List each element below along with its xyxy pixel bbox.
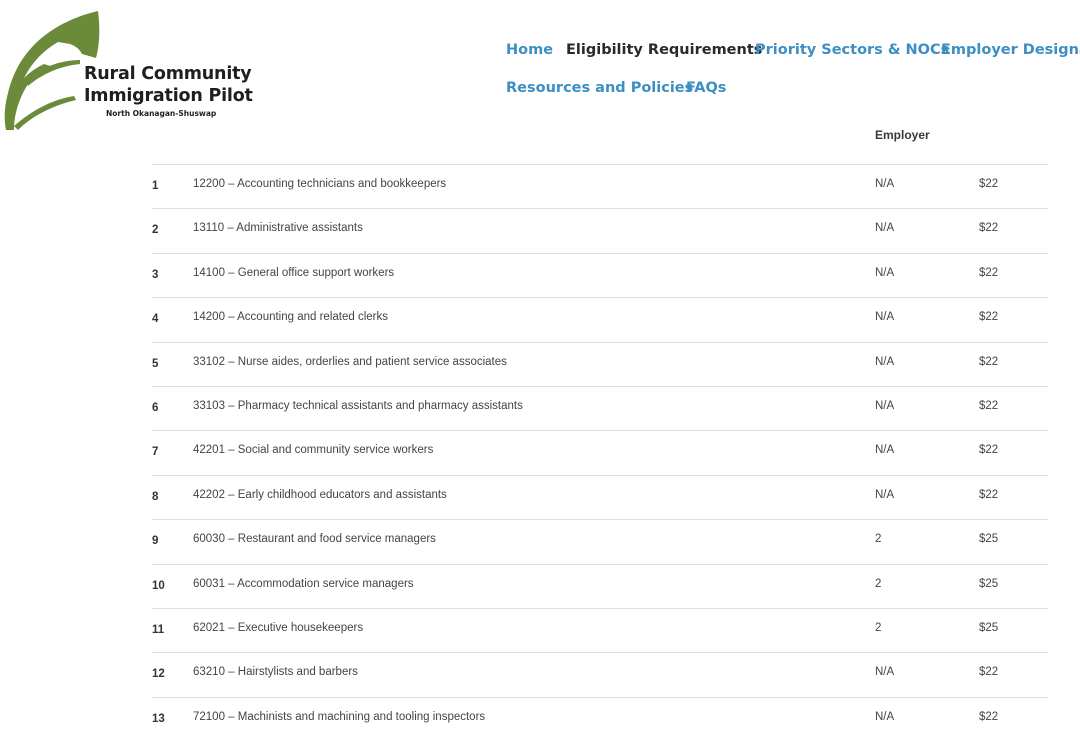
nav-priority-sectors[interactable]: Priority Sectors & NOCs [755,42,949,58]
table-row: 10 60031 – Accommodation service managers… [152,563,1048,608]
table-row: 6 33103 – Pharmacy technical assistants a… [152,385,1048,430]
wage-cell: $25 [979,533,999,546]
row-number: 3 [152,268,159,281]
row-number: 8 [152,490,159,503]
nav-home[interactable]: Home [506,42,553,58]
occupation-cell: 62021 – Executive housekeepers [193,621,364,634]
employer-cell: 2 [875,577,882,590]
wage-cell: $22 [979,355,999,368]
table-row: 1 12200 – Accounting technicians and book… [152,164,1048,208]
occupation-cell: 60031 – Accommodation service managers [193,577,414,590]
wage-cell: $22 [979,222,999,235]
row-number: 10 [152,579,165,592]
occupation-cell: 60030 – Restaurant and food service mana… [193,533,436,546]
table-row: 4 14200 – Accounting and related clerks N/… [152,297,1048,341]
wage-cell: $22 [979,399,999,412]
wage-cell: $22 [979,178,999,190]
occupation-cell: 14200 – Accounting and related clerks [193,311,388,324]
nav-employer-designation[interactable]: Employer Designati [941,42,1080,58]
main-navigation: Home Eligibility Requirements Priority S… [0,0,1080,110]
table-row: 9 60030 – Restaurant and food service man… [152,519,1048,563]
table-row: 2 13110 – Administrative assistants N/A $22 [152,208,1048,252]
wage-cell: $22 [979,311,999,324]
table-row: 8 42202 – Early childhood educators and a… [152,474,1048,519]
row-number: 11 [152,623,165,636]
table-row: 5 33102 – Nurse aides, orderlies and pati… [152,341,1048,386]
nav-eligibility-requirements[interactable]: Eligibility Requirements [566,42,762,58]
table-row: 13 72100 – Machinists and machining and t… [152,696,1048,741]
wage-cell: $22 [979,710,999,723]
row-number: 5 [152,357,159,370]
wage-cell: $25 [979,577,999,590]
logo-subtitle: North Okanagan-Shuswap [106,109,217,118]
wage-cell: $22 [979,266,999,279]
employer-cell: N/A [875,444,895,457]
nav-resources-policies[interactable]: Resources and Policies [506,80,693,96]
nav-faqs[interactable]: FAQs [686,80,726,96]
occupation-cell: 12200 – Accounting technicians and bookk… [193,178,447,190]
table-row: 3 14100 – General office support workers N… [152,252,1048,297]
employer-cell: N/A [875,488,895,501]
wage-cell: $25 [979,621,999,634]
employer-cell: N/A [875,355,895,368]
occupation-cell: 13110 – Administrative assistants [193,222,363,235]
occupation-cell: 33103 – Pharmacy technical assistants an… [193,399,523,412]
employer-cell: N/A [875,311,895,324]
occupation-cell: 14100 – General office support workers [193,266,395,279]
wage-cell: $22 [979,666,999,679]
row-number: 7 [152,446,159,459]
table-row: 12 63210 – Hairstylists and barbers N/A $22 [152,652,1048,696]
employer-cell: N/A [875,399,895,412]
employer-cell: N/A [875,178,895,190]
table-body: 1 12200 – Accounting technicians and book… [152,164,1048,741]
employer-cell: N/A [875,710,895,723]
wage-cell: $22 [979,488,999,501]
wage-cell: $22 [979,444,999,457]
table-row: 7 42201 – Social and community service wo… [152,430,1048,474]
occupation-cell: 42202 – Early childhood educators and as… [193,488,447,501]
row-number: 13 [152,712,165,725]
employer-cell: N/A [875,666,895,679]
occupation-cell: 72100 – Machinists and machining and too… [193,710,486,723]
column-header-employer: Employer [875,128,930,142]
occupation-cell: 63210 – Hairstylists and barbers [193,666,358,679]
occupation-cell: 33102 – Nurse aides, orderlies and patie… [193,355,507,368]
row-number: 9 [152,535,159,548]
employer-cell: N/A [875,222,895,235]
employer-cell: 2 [875,533,882,546]
table-row: 11 62021 – Executive housekeepers 2 $25 [152,607,1048,652]
row-number: 12 [152,668,165,681]
row-number: 1 [152,180,159,192]
row-number: 4 [152,313,159,326]
row-number: 6 [152,401,159,414]
row-number: 2 [152,224,159,237]
employer-cell: 2 [875,621,882,634]
employer-cell: N/A [875,266,895,279]
occupation-cell: 42201 – Social and community service wor… [193,444,434,457]
